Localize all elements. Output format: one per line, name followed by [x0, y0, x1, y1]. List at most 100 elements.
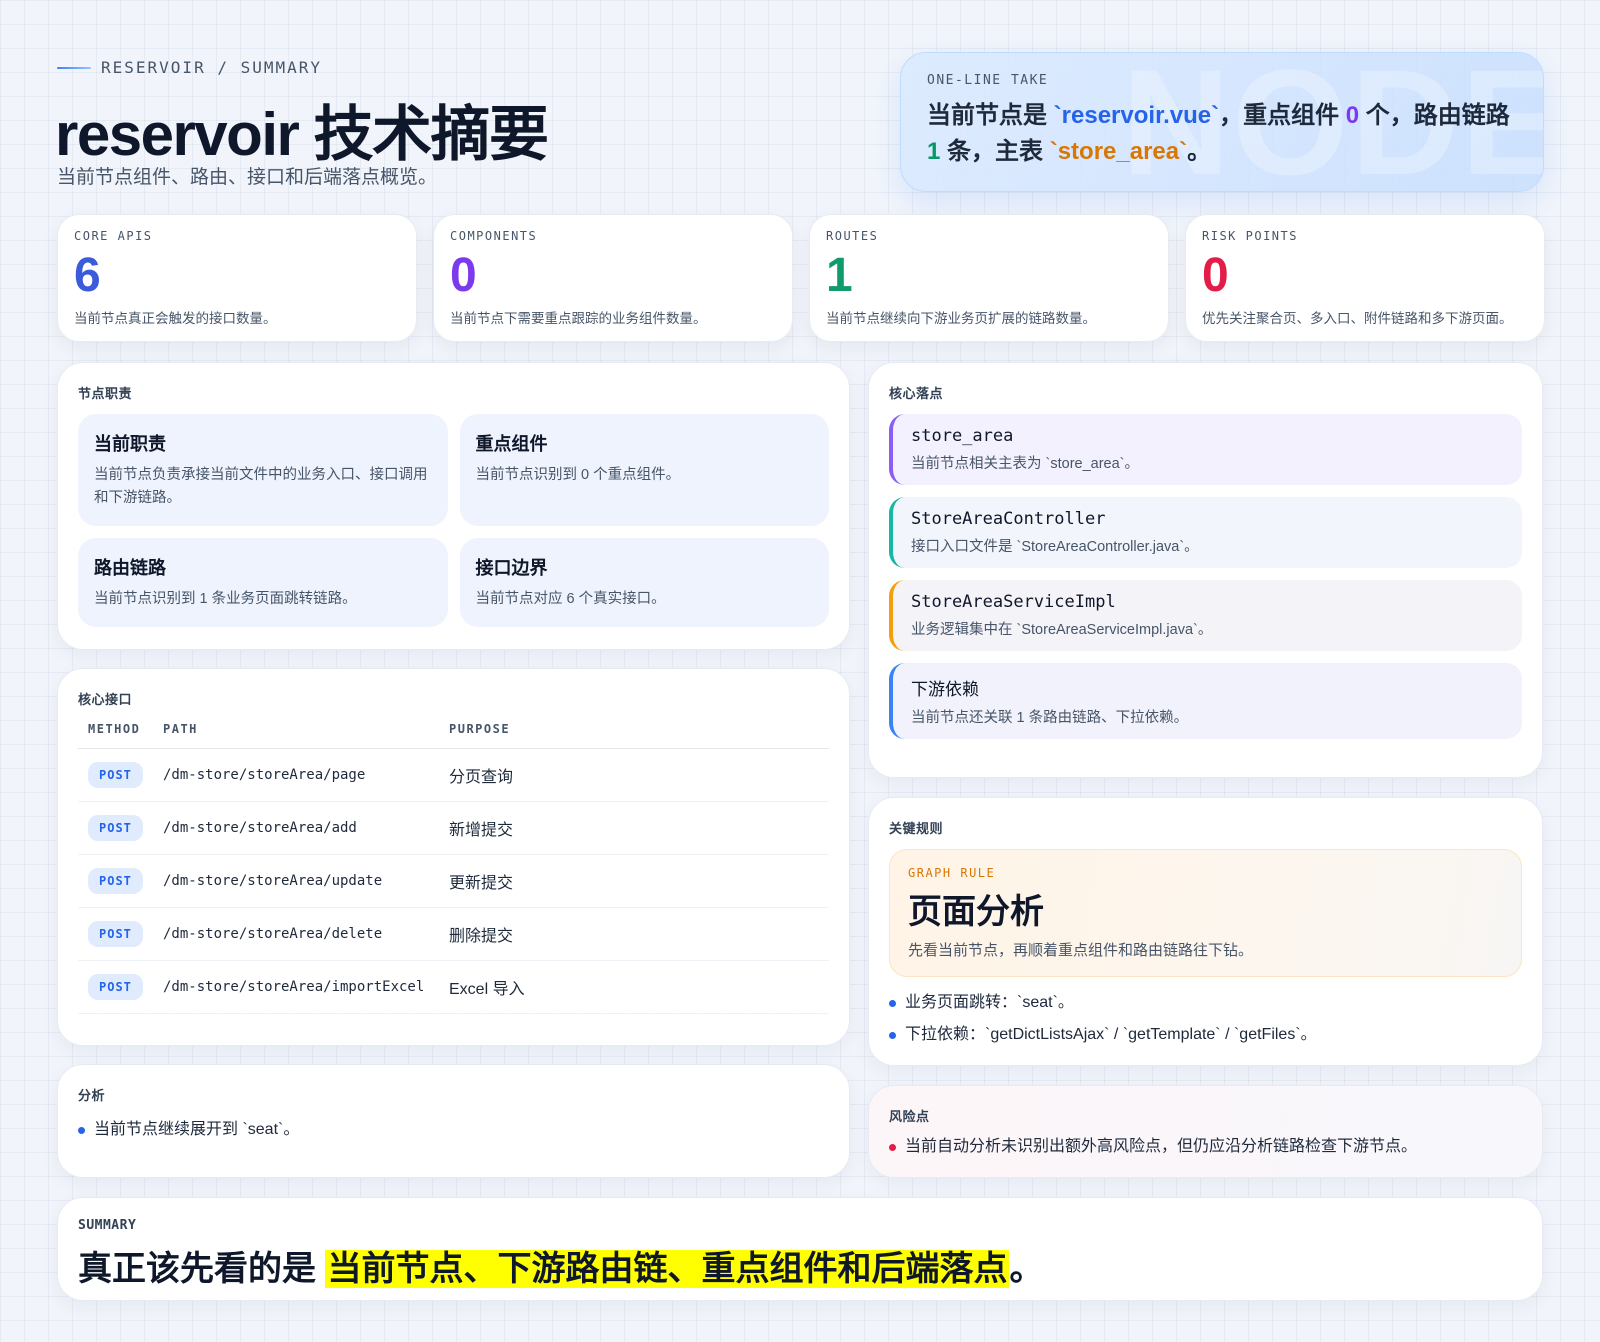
take-text-part: ，重点组件	[1219, 102, 1346, 129]
path-cell: /dm-store/storeArea/page	[153, 748, 439, 802]
stat-key: COMPONENTS	[450, 229, 538, 243]
duty-api-boundary: 接口边界 当前节点对应 6 个真实接口。	[459, 538, 829, 627]
list-item: 下拉依赖：`getDictListsAjax` / `getTemplate` …	[889, 1019, 1522, 1051]
landing-title: store_area	[911, 426, 1014, 446]
col-purpose: PURPOSE	[439, 716, 829, 749]
stat-value: 0	[450, 249, 477, 302]
eyebrow-text: RESERVOIR / SUMMARY	[101, 58, 323, 77]
purpose-cell: 新增提交	[439, 801, 829, 855]
take-text-part: 个，路由链路	[1359, 102, 1510, 129]
rules-list: 业务页面跳转：`seat`。 下拉依赖：`getDictListsAjax` /…	[889, 987, 1522, 1051]
stat-value: 0	[1202, 249, 1229, 302]
take-text-part: 。	[1187, 138, 1212, 165]
path-cell: /dm-store/storeArea/delete	[153, 907, 439, 961]
list-item: 当前节点继续展开到 `seat`。	[78, 1114, 829, 1146]
stat-card-components: COMPONENTS 0 当前节点下需要重点跟踪的业务组件数量。	[433, 214, 793, 342]
purpose-cell: 分页查询	[439, 748, 829, 802]
summary-end: 。	[1009, 1250, 1044, 1288]
duty-components: 重点组件 当前节点识别到 0 个重点组件。	[459, 414, 829, 526]
card-title: 风险点	[889, 1109, 930, 1124]
duty-grid: 当前职责 当前节点负责承接当前文件中的业务入口、接口调用和下游链路。 重点组件 …	[78, 414, 829, 627]
risk-points-card: 风险点 当前自动分析未识别出额外高风险点，但仍应沿分析链路检查下游节点。	[868, 1085, 1543, 1178]
rule-title: 页面分析	[908, 893, 1044, 931]
purpose-cell: Excel 导入	[439, 960, 829, 1014]
stat-key: CORE APIS	[74, 229, 153, 243]
take-table: `store_area`	[1049, 138, 1188, 165]
table-row[interactable]: POST /dm-store/storeArea/delete 删除提交	[78, 907, 829, 961]
core-landing-card: 核心落点 store_area 当前节点相关主表为 `store_area`。 …	[868, 362, 1543, 778]
landing-desc: 当前节点还关联 1 条路由链路、下拉依赖。	[911, 710, 1189, 726]
card-title: 关键规则	[889, 821, 944, 836]
duty-desc: 当前节点负责承接当前文件中的业务入口、接口调用和下游链路。	[94, 467, 428, 506]
page-title: reservoir 技术摘要	[55, 101, 549, 168]
stat-card-risk-points: RISK POINTS 0 优先关注聚合页、多入口、附件链路和多下游页面。	[1185, 214, 1545, 342]
api-table-header: METHOD PATH PURPOSE	[78, 716, 829, 749]
eyebrow-line	[57, 66, 91, 69]
card-title: 核心接口	[78, 692, 133, 707]
stat-key: ROUTES	[826, 229, 879, 243]
duty-routes: 路由链路 当前节点识别到 1 条业务页面跳转链路。	[78, 538, 448, 627]
landing-title: StoreAreaController	[911, 509, 1106, 529]
duty-current: 当前职责 当前节点负责承接当前文件中的业务入口、接口调用和下游链路。	[78, 414, 448, 526]
rule-key: GRAPH RULE	[908, 866, 996, 880]
rule-desc: 先看当前节点，再顺着重点组件和路由链路往下钻。	[908, 942, 1254, 959]
page-subtitle: 当前节点组件、路由、接口和后端落点概览。	[57, 167, 438, 188]
take-routes-count: 1	[927, 138, 941, 165]
card-title: 核心落点	[889, 386, 944, 401]
table-row[interactable]: POST /dm-store/storeArea/update 更新提交	[78, 854, 829, 908]
table-row[interactable]: POST /dm-store/storeArea/importExcel Exc…	[78, 960, 829, 1014]
duty-title: 接口边界	[475, 558, 548, 578]
method-badge: POST	[88, 815, 143, 841]
path-cell: /dm-store/storeArea/add	[153, 801, 439, 855]
method-cell: POST	[78, 801, 153, 855]
landing-desc: 当前节点相关主表为 `store_area`。	[911, 456, 1140, 472]
duty-title: 重点组件	[475, 434, 548, 454]
stat-value: 6	[74, 249, 101, 302]
path-cell: /dm-store/storeArea/importExcel	[153, 960, 439, 1014]
stat-desc: 优先关注聚合页、多入口、附件链路和多下游页面。	[1202, 311, 1513, 326]
table-row[interactable]: POST /dm-store/storeArea/add 新增提交	[78, 801, 829, 855]
stat-desc: 当前节点继续向下游业务页扩展的链路数量。	[826, 311, 1096, 326]
stat-card-routes: ROUTES 1 当前节点继续向下游业务页扩展的链路数量。	[809, 214, 1169, 342]
analysis-list: 当前节点继续展开到 `seat`。	[78, 1114, 829, 1146]
node-duties-card: 节点职责 当前职责 当前节点负责承接当前文件中的业务入口、接口调用和下游链路。 …	[57, 362, 850, 650]
take-text: 当前节点是 `reservoir.vue`，重点组件 0 个，路由链路 1 条，…	[927, 98, 1517, 170]
col-path: PATH	[153, 716, 439, 749]
method-badge: POST	[88, 762, 143, 788]
summary-card: SUMMARY 真正该先看的是 当前节点、下游路由链、重点组件和后端落点。	[57, 1197, 1543, 1301]
key-rules-card: 关键规则 GRAPH RULE 页面分析 先看当前节点，再顺着重点组件和路由链路…	[868, 797, 1543, 1066]
eyebrow: RESERVOIR / SUMMARY	[57, 58, 322, 77]
table-row[interactable]: POST /dm-store/storeArea/page 分页查询	[78, 748, 829, 802]
summary-text: 真正该先看的是 当前节点、下游路由链、重点组件和后端落点。	[78, 1241, 1522, 1290]
take-text-part: 条，主表	[940, 138, 1050, 165]
graph-rule-box: GRAPH RULE 页面分析 先看当前节点，再顺着重点组件和路由链路往下钻。	[889, 849, 1522, 977]
stat-card-core-apis: CORE APIS 6 当前节点真正会触发的接口数量。	[57, 214, 417, 342]
stat-value: 1	[826, 249, 853, 302]
landing-item-service-impl: StoreAreaServiceImpl 业务逻辑集中在 `StoreAreaS…	[889, 580, 1522, 651]
landing-item-controller: StoreAreaController 接口入口文件是 `StoreAreaCo…	[889, 497, 1522, 568]
take-file: `reservoir.vue`	[1053, 102, 1220, 129]
col-method: METHOD	[78, 716, 153, 749]
duty-desc: 当前节点识别到 0 个重点组件。	[475, 467, 681, 483]
take-label: ONE-LINE TAKE	[927, 73, 1049, 88]
landing-desc: 业务逻辑集中在 `StoreAreaServiceImpl.java`。	[911, 622, 1213, 638]
landing-item-store-area: store_area 当前节点相关主表为 `store_area`。	[889, 414, 1522, 485]
method-cell: POST	[78, 960, 153, 1014]
list-item: 业务页面跳转：`seat`。	[889, 987, 1522, 1019]
method-badge: POST	[88, 974, 143, 1000]
purpose-cell: 更新提交	[439, 854, 829, 908]
method-badge: POST	[88, 921, 143, 947]
summary-label: SUMMARY	[78, 1218, 137, 1233]
landing-title: StoreAreaServiceImpl	[911, 592, 1116, 612]
analysis-card: 分析 当前节点继续展开到 `seat`。	[57, 1064, 850, 1178]
purpose-cell: 删除提交	[439, 907, 829, 961]
take-text-part: 当前节点是	[927, 102, 1054, 129]
core-apis-card: 核心接口 METHOD PATH PURPOSE POST /dm-store/…	[57, 668, 850, 1046]
stat-desc: 当前节点下需要重点跟踪的业务组件数量。	[450, 311, 707, 326]
list-item: 当前自动分析未识别出额外高风险点，但仍应沿分析链路检查下游节点。	[889, 1131, 1522, 1163]
card-title: 节点职责	[78, 386, 133, 401]
method-cell: POST	[78, 907, 153, 961]
one-line-take-card: NODE ONE-LINE TAKE 当前节点是 `reservoir.vue`…	[900, 52, 1544, 192]
take-components-count: 0	[1345, 102, 1360, 129]
method-cell: POST	[78, 854, 153, 908]
